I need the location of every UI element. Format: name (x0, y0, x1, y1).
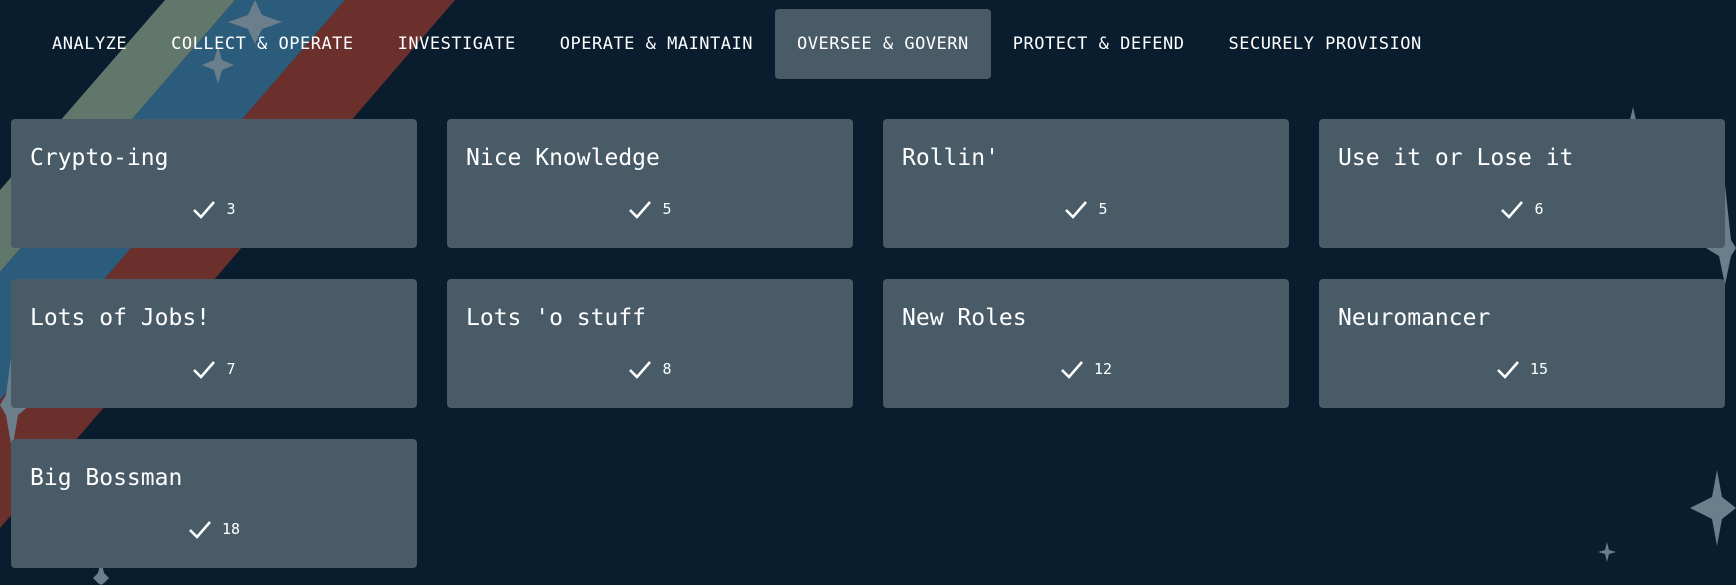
challenge-card[interactable]: Lots of Jobs! 7 (11, 279, 417, 408)
solve-count: 12 (883, 359, 1289, 379)
solve-count-value: 3 (226, 200, 236, 218)
solve-count: 6 (1319, 199, 1725, 219)
solve-count-value: 5 (662, 200, 672, 218)
solve-count: 18 (11, 519, 417, 539)
challenge-grid: Crypto-ing 3 Nice Knowledge 5 Rollin' 5 … (11, 119, 1726, 568)
check-icon (1497, 361, 1519, 379)
solve-count-value: 7 (226, 360, 236, 378)
tab-protect-defend[interactable]: PROTECT & DEFEND (991, 9, 1207, 79)
solve-count-value: 12 (1093, 360, 1113, 378)
check-icon (629, 201, 652, 219)
challenge-card[interactable]: Neuromancer 15 (1319, 279, 1725, 408)
challenge-title: Crypto-ing (30, 145, 169, 171)
check-icon (1501, 201, 1524, 219)
challenge-card[interactable]: New Roles 12 (883, 279, 1289, 408)
challenge-title: Nice Knowledge (466, 145, 660, 171)
solve-count-value: 15 (1529, 360, 1549, 378)
solve-count: 5 (447, 199, 853, 219)
check-icon (189, 521, 211, 539)
challenge-title: Lots 'o stuff (466, 305, 647, 331)
tab-investigate[interactable]: INVESTIGATE (376, 9, 538, 79)
challenge-card[interactable]: Use it or Lose it 6 (1319, 119, 1725, 248)
challenge-title: Big Bossman (30, 465, 183, 491)
solve-count: 3 (11, 199, 417, 219)
solve-count-value: 8 (662, 360, 672, 378)
tab-operate-maintain[interactable]: OPERATE & MAINTAIN (538, 9, 775, 79)
challenge-title: Rollin' (902, 145, 999, 171)
solve-count: 5 (883, 199, 1289, 219)
challenge-title: Neuromancer (1338, 305, 1491, 331)
tab-securely-provision[interactable]: SECURELY PROVISION (1207, 9, 1444, 79)
solve-count: 8 (447, 359, 853, 379)
solve-count-value: 6 (1534, 200, 1544, 218)
check-icon (1065, 201, 1088, 219)
challenge-card[interactable]: Lots 'o stuff 8 (447, 279, 853, 408)
challenge-title: Use it or Lose it (1338, 145, 1574, 171)
challenge-card[interactable]: Rollin' 5 (883, 119, 1289, 248)
check-icon (1061, 361, 1083, 379)
challenge-card[interactable]: Big Bossman 18 (11, 439, 417, 568)
solve-count: 7 (11, 359, 417, 379)
check-icon (193, 361, 216, 379)
check-icon (193, 201, 216, 219)
challenge-card[interactable]: Crypto-ing 3 (11, 119, 417, 248)
solve-count: 15 (1319, 359, 1725, 379)
challenge-title: New Roles (902, 305, 1027, 331)
tab-analyze[interactable]: ANALYZE (30, 9, 149, 79)
category-tabs: ANALYZE COLLECT & OPERATE INVESTIGATE OP… (30, 9, 1444, 79)
solve-count-value: 18 (221, 520, 241, 538)
challenge-title: Lots of Jobs! (30, 305, 211, 331)
tab-collect-operate[interactable]: COLLECT & OPERATE (149, 9, 376, 79)
solve-count-value: 5 (1098, 200, 1108, 218)
check-icon (629, 361, 652, 379)
tab-oversee-govern[interactable]: OVERSEE & GOVERN (774, 9, 991, 79)
challenge-card[interactable]: Nice Knowledge 5 (447, 119, 853, 248)
